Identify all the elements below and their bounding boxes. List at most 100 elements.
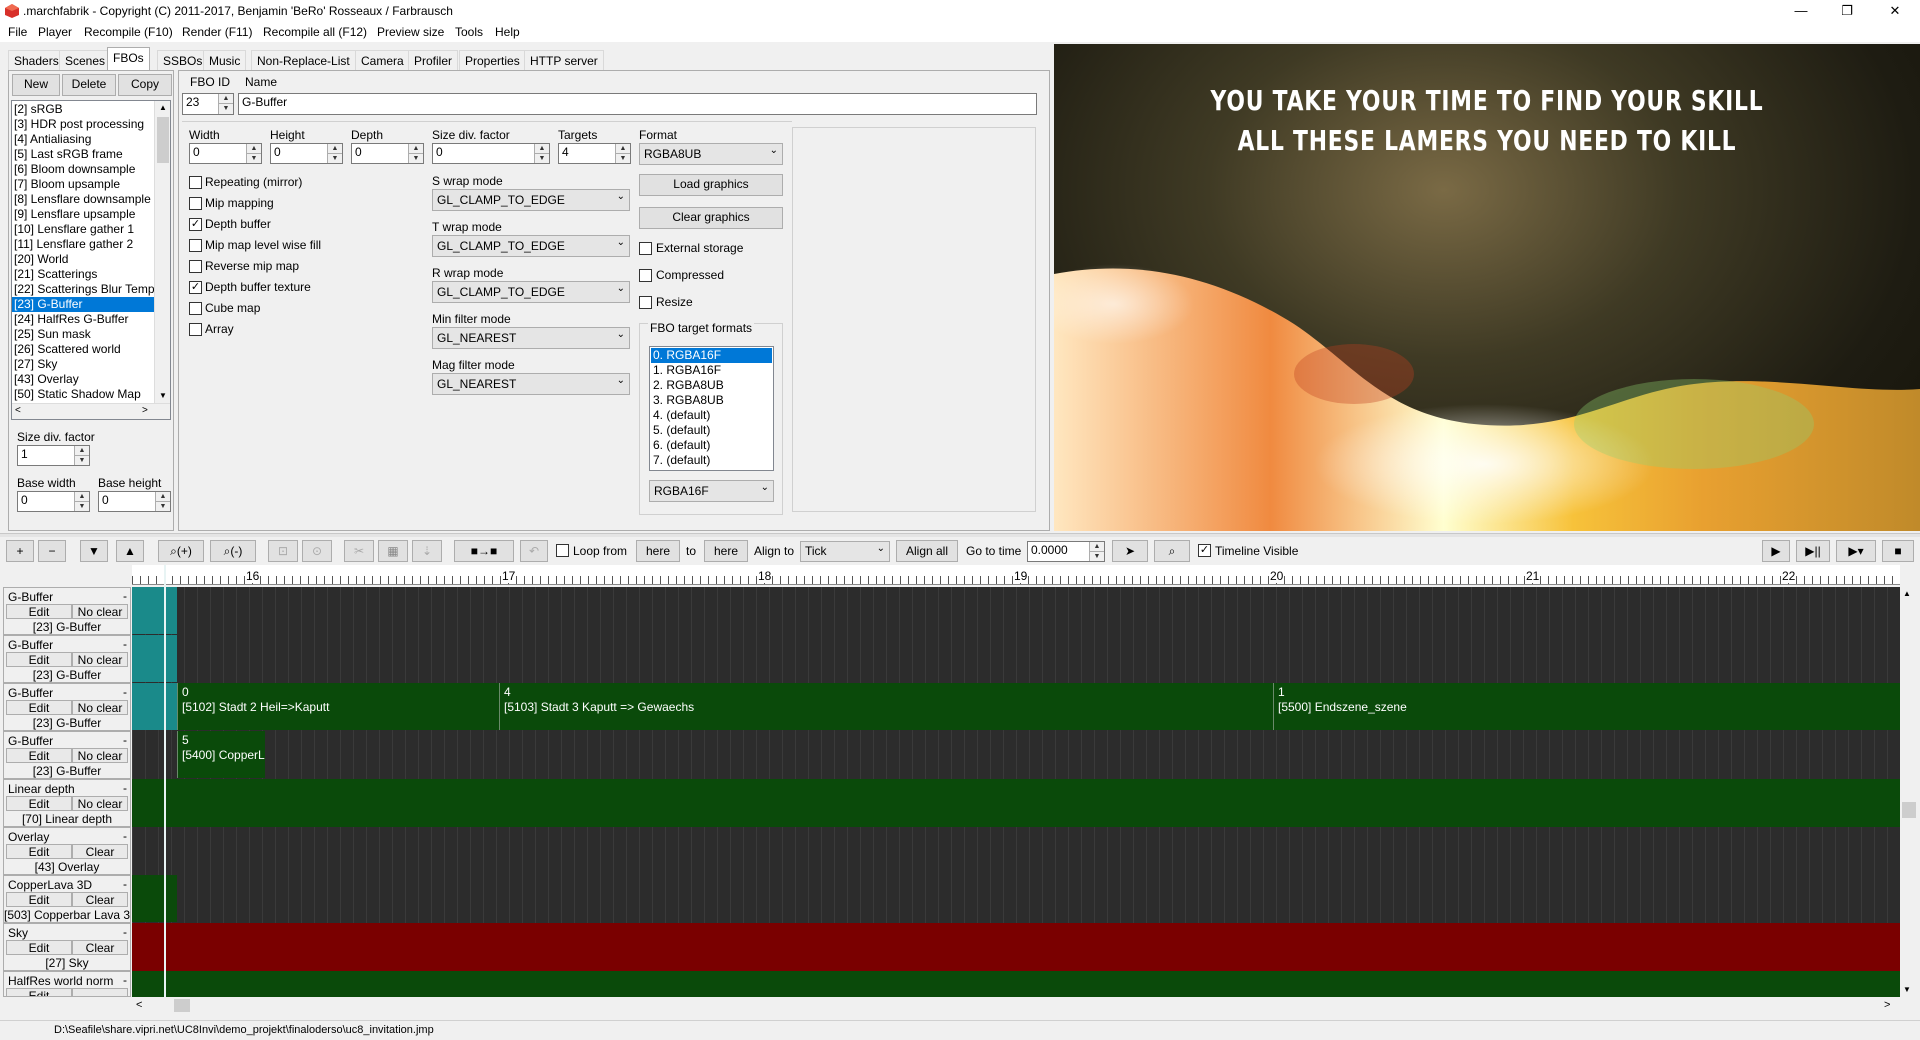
tab-fbos[interactable]: FBOs — [107, 47, 150, 71]
fbo-list-item[interactable]: [7] Bloom upsample — [12, 177, 154, 192]
target-format-select[interactable]: RGBA16F ⌄ — [649, 480, 774, 502]
track-clear-toggle[interactable]: Clear — [72, 844, 128, 859]
track-header[interactable]: G-Buffer - Edit No clear [23] G-Buffer — [3, 731, 131, 779]
depth-spinner[interactable]: ▲ ▼ — [408, 144, 423, 163]
collapse-icon[interactable]: - — [123, 589, 127, 603]
option-checkbox[interactable] — [189, 176, 202, 189]
mag-filter-select[interactable]: GL_NEAREST ⌄ — [432, 373, 630, 395]
option-checkbox[interactable] — [189, 302, 202, 315]
option-checkbox[interactable] — [189, 197, 202, 210]
target-format-item[interactable]: 7. (default) — [651, 453, 772, 468]
load-graphics-button[interactable]: Load graphics — [639, 174, 783, 196]
target-format-item[interactable]: 5. (default) — [651, 423, 772, 438]
track-lane-3[interactable]: 0 [5102] Stadt 2 Heil=>Kaputt 4 [5103] Sta… — [132, 683, 1900, 731]
menu-render[interactable]: Render (F11) — [182, 25, 252, 39]
copy-button[interactable]: Copy — [118, 74, 172, 96]
track-edit-button[interactable]: Edit — [6, 844, 72, 859]
scroll-thumb[interactable] — [157, 117, 169, 163]
track-edit-button[interactable]: Edit — [6, 652, 72, 667]
play-options-button[interactable]: ▶▾ — [1836, 540, 1876, 562]
fbo-list-item[interactable]: [3] HDR post processing — [12, 117, 154, 132]
track-header[interactable]: Linear depth - Edit No clear [70] Linear dep… — [3, 779, 131, 827]
fbo-id-spinner[interactable]: ▲ ▼ — [218, 94, 233, 114]
track-lane-9[interactable] — [132, 971, 1900, 997]
copy-clip-icon[interactable]: ▦ — [378, 540, 408, 562]
scroll-thumb[interactable] — [174, 999, 190, 1012]
move-block-icon[interactable]: ■→■ — [454, 540, 514, 562]
list-vertical-scrollbar[interactable]: ▲ ▼ — [154, 101, 170, 405]
s-wrap-select[interactable]: GL_CLAMP_TO_EDGE ⌄ — [432, 189, 630, 211]
track-header[interactable]: G-Buffer - Edit No clear [23] G-Buffer — [3, 587, 131, 635]
delete-button[interactable]: Delete — [62, 74, 116, 96]
external-storage-checkbox[interactable] — [639, 242, 652, 255]
collapse-icon[interactable]: - — [123, 685, 127, 699]
fbo-list-item[interactable]: [8] Lensflare downsample — [12, 192, 154, 207]
size-div-factor-spinner[interactable]: ▲ ▼ — [74, 446, 89, 465]
tab-properties[interactable]: Properties — [459, 50, 526, 70]
move-up-button[interactable]: ▲ — [116, 540, 144, 562]
clear-graphics-button[interactable]: Clear graphics — [639, 207, 783, 229]
track-header[interactable]: G-Buffer - Edit No clear [23] G-Buffer — [3, 683, 131, 731]
fbo-list-item[interactable]: [50] Static Shadow Map — [12, 387, 154, 402]
clip-teal[interactable] — [132, 683, 177, 730]
track-lane-2[interactable] — [132, 635, 1900, 683]
track-header[interactable]: CopperLava 3D - Edit Clear [503] Copperbar L… — [3, 875, 131, 923]
fbo-list-item[interactable]: [25] Sun mask — [12, 327, 154, 342]
base-height-spinner[interactable]: ▲ ▼ — [155, 492, 170, 511]
fbo-list-item[interactable]: [27] Sky — [12, 357, 154, 372]
target-format-item[interactable]: 4. (default) — [651, 408, 772, 423]
track-edit-button[interactable]: Edit — [6, 796, 72, 811]
size-div-factor-fbo-spinner[interactable]: ▲ ▼ — [534, 144, 549, 163]
fbo-list-item[interactable]: [5] Last sRGB frame — [12, 147, 154, 162]
loop-from-checkbox[interactable] — [556, 544, 569, 557]
target-format-item[interactable]: 2. RGBA8UB — [651, 378, 772, 393]
option-checkbox[interactable] — [189, 260, 202, 273]
track-clear-toggle[interactable]: No clear — [72, 652, 128, 667]
move-down-button[interactable]: ▼ — [80, 540, 108, 562]
collapse-icon[interactable]: - — [123, 925, 127, 939]
go-button[interactable]: ➤ — [1112, 540, 1148, 562]
fbo-list-item[interactable]: [22] Scatterings Blur Temp — [12, 282, 155, 297]
play-pause-button[interactable]: ▶|| — [1796, 540, 1830, 562]
tab-ssbos[interactable]: SSBOs — [157, 50, 209, 70]
format-select[interactable]: RGBA8UB ⌄ — [639, 143, 783, 165]
timeline-clip[interactable]: 0 [5102] Stadt 2 Heil=>Kaputt — [177, 683, 499, 730]
height-spinner[interactable]: ▲ ▼ — [327, 144, 342, 163]
tab-profiler[interactable]: Profiler — [408, 50, 459, 70]
resize-checkbox[interactable] — [639, 296, 652, 309]
timeline-vertical-scrollbar[interactable]: ▲ ▼ — [1900, 587, 1918, 997]
fbo-list-item[interactable]: [24] HalfRes G-Buffer — [12, 312, 154, 327]
scroll-up-icon[interactable]: ▲ — [156, 103, 170, 112]
compressed-checkbox[interactable] — [639, 269, 652, 282]
track-clear-toggle[interactable]: Clear — [72, 892, 128, 907]
timeline-clip[interactable]: 4 [5103] Stadt 3 Kaputt => Gewaechs — [499, 683, 1273, 730]
play-button[interactable]: ▶ — [1762, 540, 1790, 562]
option-checkbox[interactable]: ✓ — [189, 218, 202, 231]
collapse-icon[interactable]: - — [123, 973, 127, 987]
fbo-list-item[interactable]: [43] Overlay — [12, 372, 154, 387]
fbo-list-item[interactable]: [21] Scatterings — [12, 267, 154, 282]
targets-spinner[interactable]: ▲ ▼ — [615, 144, 630, 163]
track-clear-toggle[interactable]: No clear — [72, 604, 128, 619]
scroll-thumb[interactable] — [1902, 802, 1916, 818]
zoom-out-button[interactable]: ⌕(-) — [210, 540, 256, 562]
track-header[interactable]: Overlay - Edit Clear [43] Overlay — [3, 827, 131, 875]
close-button[interactable]: ✕ — [1872, 0, 1918, 22]
option-checkbox[interactable] — [189, 239, 202, 252]
min-filter-select[interactable]: GL_NEAREST ⌄ — [432, 327, 630, 349]
scroll-right-icon[interactable]: > — [142, 405, 148, 416]
track-edit-button[interactable]: Edit — [6, 892, 72, 907]
fbo-list-item[interactable]: [9] Lensflare upsample — [12, 207, 154, 222]
fbo-target-formats-list[interactable]: 0. RGBA16F 1. RGBA16F 2. RGBA8UB 3. RGBA8UB… — [649, 346, 774, 471]
scroll-down-icon[interactable]: ▼ — [156, 391, 170, 400]
fbo-list-item[interactable]: [6] Bloom downsample — [12, 162, 154, 177]
track-header[interactable]: G-Buffer - Edit No clear [23] G-Buffer — [3, 635, 131, 683]
fit-icon[interactable]: ⊡ — [268, 540, 298, 562]
scroll-right-icon[interactable]: > — [1884, 999, 1890, 1011]
timeline-visible-checkbox[interactable]: ✓ — [1198, 544, 1211, 557]
menu-recompile-all[interactable]: Recompile all (F12) — [263, 25, 367, 39]
track-clear-toggle[interactable]: Clear — [72, 940, 128, 955]
track-edit-button[interactable]: Edit — [6, 700, 72, 715]
fbo-name-input[interactable]: G-Buffer — [238, 93, 1037, 115]
zoom-in-button[interactable]: ⌕(+) — [158, 540, 204, 562]
